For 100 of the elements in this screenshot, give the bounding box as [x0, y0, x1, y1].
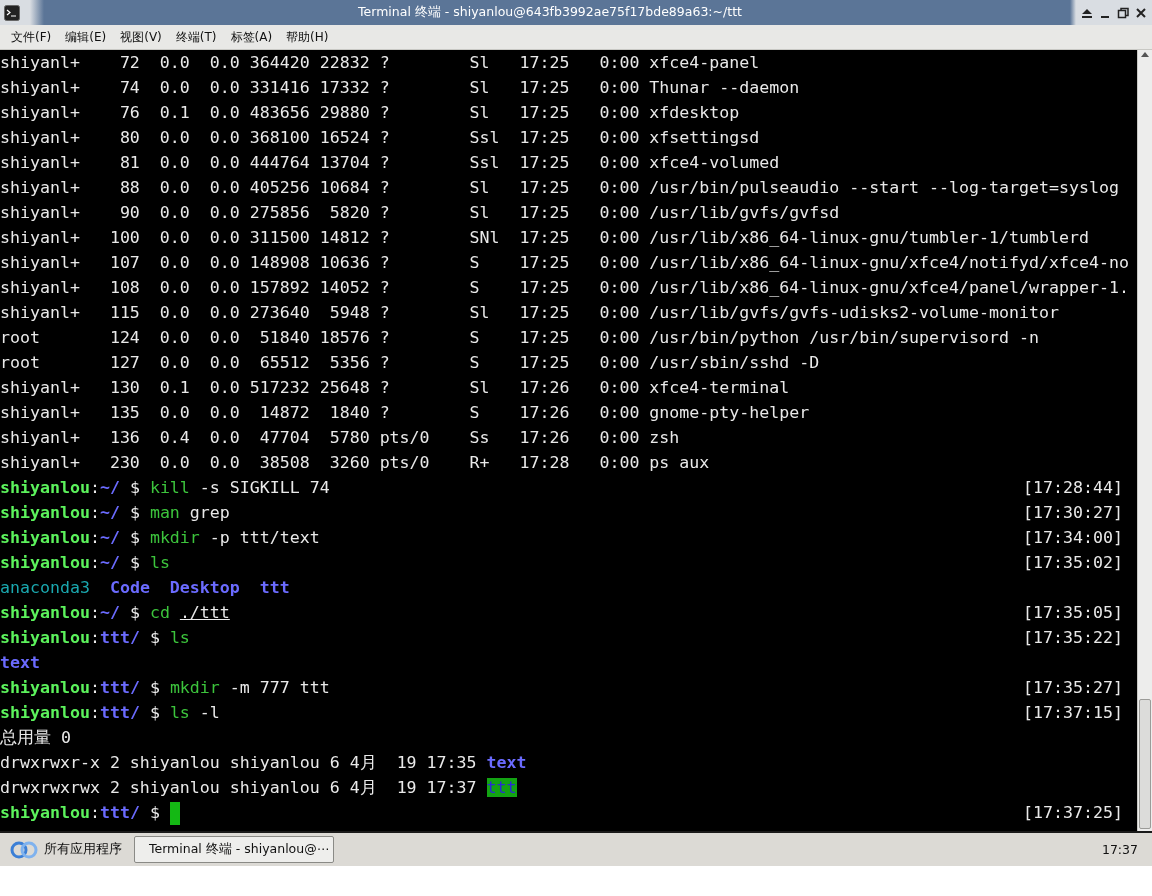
terminal-text: drwxrwxrwx 2 shiyanlou shiyanlou 6 4月 19 17:37 [0, 778, 478, 797]
terminal-text: $ [128, 478, 141, 497]
prompt-user: shiyanlou [0, 478, 90, 497]
terminal-text: shiyanl+ 115 0.0 0.0 273640 5948 ? Sl 17:25 0:00 /usr/lib/gvfs/gvfs-udisks2-volume-monitor [0, 303, 1059, 322]
terminal-text: $ [148, 703, 161, 722]
terminal-text: $ [148, 678, 161, 697]
directory-name: text [486, 753, 527, 772]
terminal-text: shiyanl+ 136 0.4 0.0 47704 5780 pts/0 Ss 17:26 0:00 zsh [0, 428, 680, 447]
terminal-text: : [89, 628, 100, 647]
taskbar-window-button[interactable]: Terminal 终端 - shiyanlou@⋯ [134, 836, 334, 863]
terminal-text: root 124 0.0 0.0 51840 18576 ? S 17:25 0:00 /usr/bin/python /usr/bin/supervisord -n [0, 328, 1039, 347]
terminal-text: shiyanl+ 81 0.0 0.0 444764 13704 ? Ssl 17:25 0:00 xfce4-volumed [0, 153, 780, 172]
app-logo-icon [10, 840, 38, 859]
path-argument: ./ttt [179, 603, 230, 622]
timestamp: [17:35:27] [1023, 677, 1123, 699]
terminal-text: $ [128, 603, 141, 622]
prompt-path: ~/ [99, 553, 120, 572]
timestamp: [17:35:02] [1023, 552, 1123, 574]
menu-item[interactable]: 文件(F) [4, 25, 59, 49]
terminal-text: $ [148, 803, 161, 822]
prompt-user: shiyanlou [0, 553, 90, 572]
terminal-text: : [89, 528, 100, 547]
window-title: Terminal 终端 - shiyanlou@643fb3992ae75f17bde89a63:~/ttt [357, 4, 743, 21]
terminal-text: : [89, 503, 100, 522]
text-cursor [169, 802, 180, 825]
terminal-text: shiyanl+ 72 0.0 0.0 364420 22832 ? Sl 17:25 0:00 xfce4-panel [0, 53, 760, 72]
terminal-text: $ [128, 553, 141, 572]
terminal-text: 总用量 0 [0, 728, 71, 747]
terminal-text: drwxrwxr-x 2 shiyanlou shiyanlou 6 4月 19 17:35 [0, 753, 478, 772]
prompt-path: ~/ [99, 478, 120, 497]
terminal-text: shiyanl+ 230 0.0 0.0 38508 3260 pts/0 R+ 17:28 0:00 ps aux [0, 453, 710, 472]
close-icon[interactable] [1134, 5, 1148, 20]
terminal-text: shiyanl+ 107 0.0 0.0 148908 10636 ? S 17:25 0:00 /usr/lib/x86_64-linux-gnu/xfce4/notifyd/xfce4-no [0, 253, 1129, 272]
directory-name: Desktop [169, 578, 241, 597]
terminal-text: shiyanl+ 108 0.0 0.0 157892 14052 ? S 17:25 0:00 /usr/lib/x86_64-linux-gnu/xfce4/panel/wrapper-1. [0, 278, 1129, 297]
menu-item[interactable]: 终端(T) [168, 25, 224, 49]
terminal-text: : [89, 478, 100, 497]
terminal-text: root 127 0.0 0.0 65512 5356 ? S 17:25 0:00 /usr/sbin/sshd -D [0, 353, 820, 372]
prompt-user: shiyanlou [0, 603, 90, 622]
directory-name: ttt [259, 578, 290, 597]
terminal-text: shiyanl+ 90 0.0 0.0 275856 5820 ? Sl 17:25 0:00 /usr/lib/gvfs/gvfsd [0, 203, 840, 222]
terminal-text: -m 777 ttt [228, 678, 330, 697]
terminal-text: $ [148, 628, 161, 647]
terminal-text: shiyanl+ 130 0.1 0.0 517232 25648 ? Sl 17:26 0:00 xfce4-terminal [0, 378, 790, 397]
terminal-text: : [89, 703, 100, 722]
command-name: ls [169, 703, 190, 722]
terminal-text: : [89, 803, 100, 822]
applications-menu-button[interactable]: 所有应用程序 [6, 838, 126, 861]
timestamp: [17:37:25] [1023, 802, 1123, 824]
command-name: cd [149, 603, 171, 622]
prompt-user: shiyanlou [0, 528, 90, 547]
timestamp: [17:35:05] [1023, 602, 1123, 624]
menu-item[interactable]: 帮助(H) [279, 25, 336, 49]
directory-name: Code [109, 578, 151, 597]
terminal-text: shiyanl+ 88 0.0 0.0 405256 10684 ? Sl 17:25 0:00 /usr/bin/pulseaudio --start --log-target=syslog [0, 178, 1119, 197]
menu-item[interactable]: 编辑(E) [58, 25, 114, 49]
menu-item[interactable]: 视图(V) [113, 25, 169, 49]
clock: 17:37 [1101, 842, 1138, 857]
command-name: ls [169, 628, 190, 647]
prompt-path: ttt/ [99, 703, 140, 722]
prompt-user: shiyanlou [0, 703, 90, 722]
prompt-path: ~/ [99, 503, 120, 522]
prompt-user: shiyanlou [0, 803, 90, 822]
timestamp: [17:37:15] [1023, 702, 1123, 724]
terminal-text: : [89, 553, 100, 572]
terminal-text: $ [128, 503, 141, 522]
maximize-icon[interactable] [1116, 5, 1130, 20]
directory-name: text [0, 653, 40, 672]
terminal-text: shiyanl+ 74 0.0 0.0 331416 17332 ? Sl 17:25 0:00 Thunar --daemon [0, 78, 800, 97]
terminal-text: -p ttt/text [208, 528, 320, 547]
prompt-user: shiyanlou [0, 503, 90, 522]
terminal-text: -s SIGKILL 74 [198, 478, 330, 497]
terminal-text: $ [128, 528, 141, 547]
timestamp: [17:30:27] [1023, 502, 1123, 524]
scrollbar[interactable] [1137, 50, 1152, 831]
terminal-text: shiyanl+ 80 0.0 0.0 368100 16524 ? Ssl 17:25 0:00 xfsettingsd [0, 128, 760, 147]
timestamp: [17:34:00] [1023, 527, 1123, 549]
terminal-text: shiyanl+ 76 0.1 0.0 483656 29880 ? Sl 17:25 0:00 xfdesktop [0, 103, 740, 122]
terminal-text: grep [188, 503, 230, 522]
command-name: mkdir [169, 678, 220, 697]
prompt-path: ~/ [99, 528, 120, 547]
timestamp: [17:28:44] [1023, 477, 1123, 499]
prompt-path: ttt/ [99, 678, 140, 697]
command-name: ls [149, 553, 170, 572]
prompt-user: shiyanlou [0, 628, 90, 647]
terminal-text: -l [198, 703, 220, 722]
menu-item[interactable]: 标签(A) [223, 25, 280, 49]
prompt-path: ttt/ [99, 628, 140, 647]
prompt-path: ~/ [99, 603, 120, 622]
command-name: man [149, 503, 180, 522]
command-name: mkdir [149, 528, 200, 547]
scrollbar-thumb[interactable] [1139, 699, 1151, 829]
terminal-text: shiyanl+ 100 0.0 0.0 311500 14812 ? SNl 17:25 0:00 /usr/lib/x86_64-linux-gnu/tumbler-1/tumblerd [0, 228, 1089, 247]
prompt-user: shiyanlou [0, 678, 90, 697]
terminal-text: shiyanl+ 135 0.0 0.0 14872 1840 ? S 17:26 0:00 gnome-pty-helper [0, 403, 810, 422]
directory-name: ttt [486, 778, 517, 797]
prompt-path: ttt/ [99, 803, 140, 822]
timestamp: [17:35:22] [1023, 627, 1123, 649]
terminal-text: : [89, 603, 100, 622]
terminal-icon [4, 4, 20, 21]
